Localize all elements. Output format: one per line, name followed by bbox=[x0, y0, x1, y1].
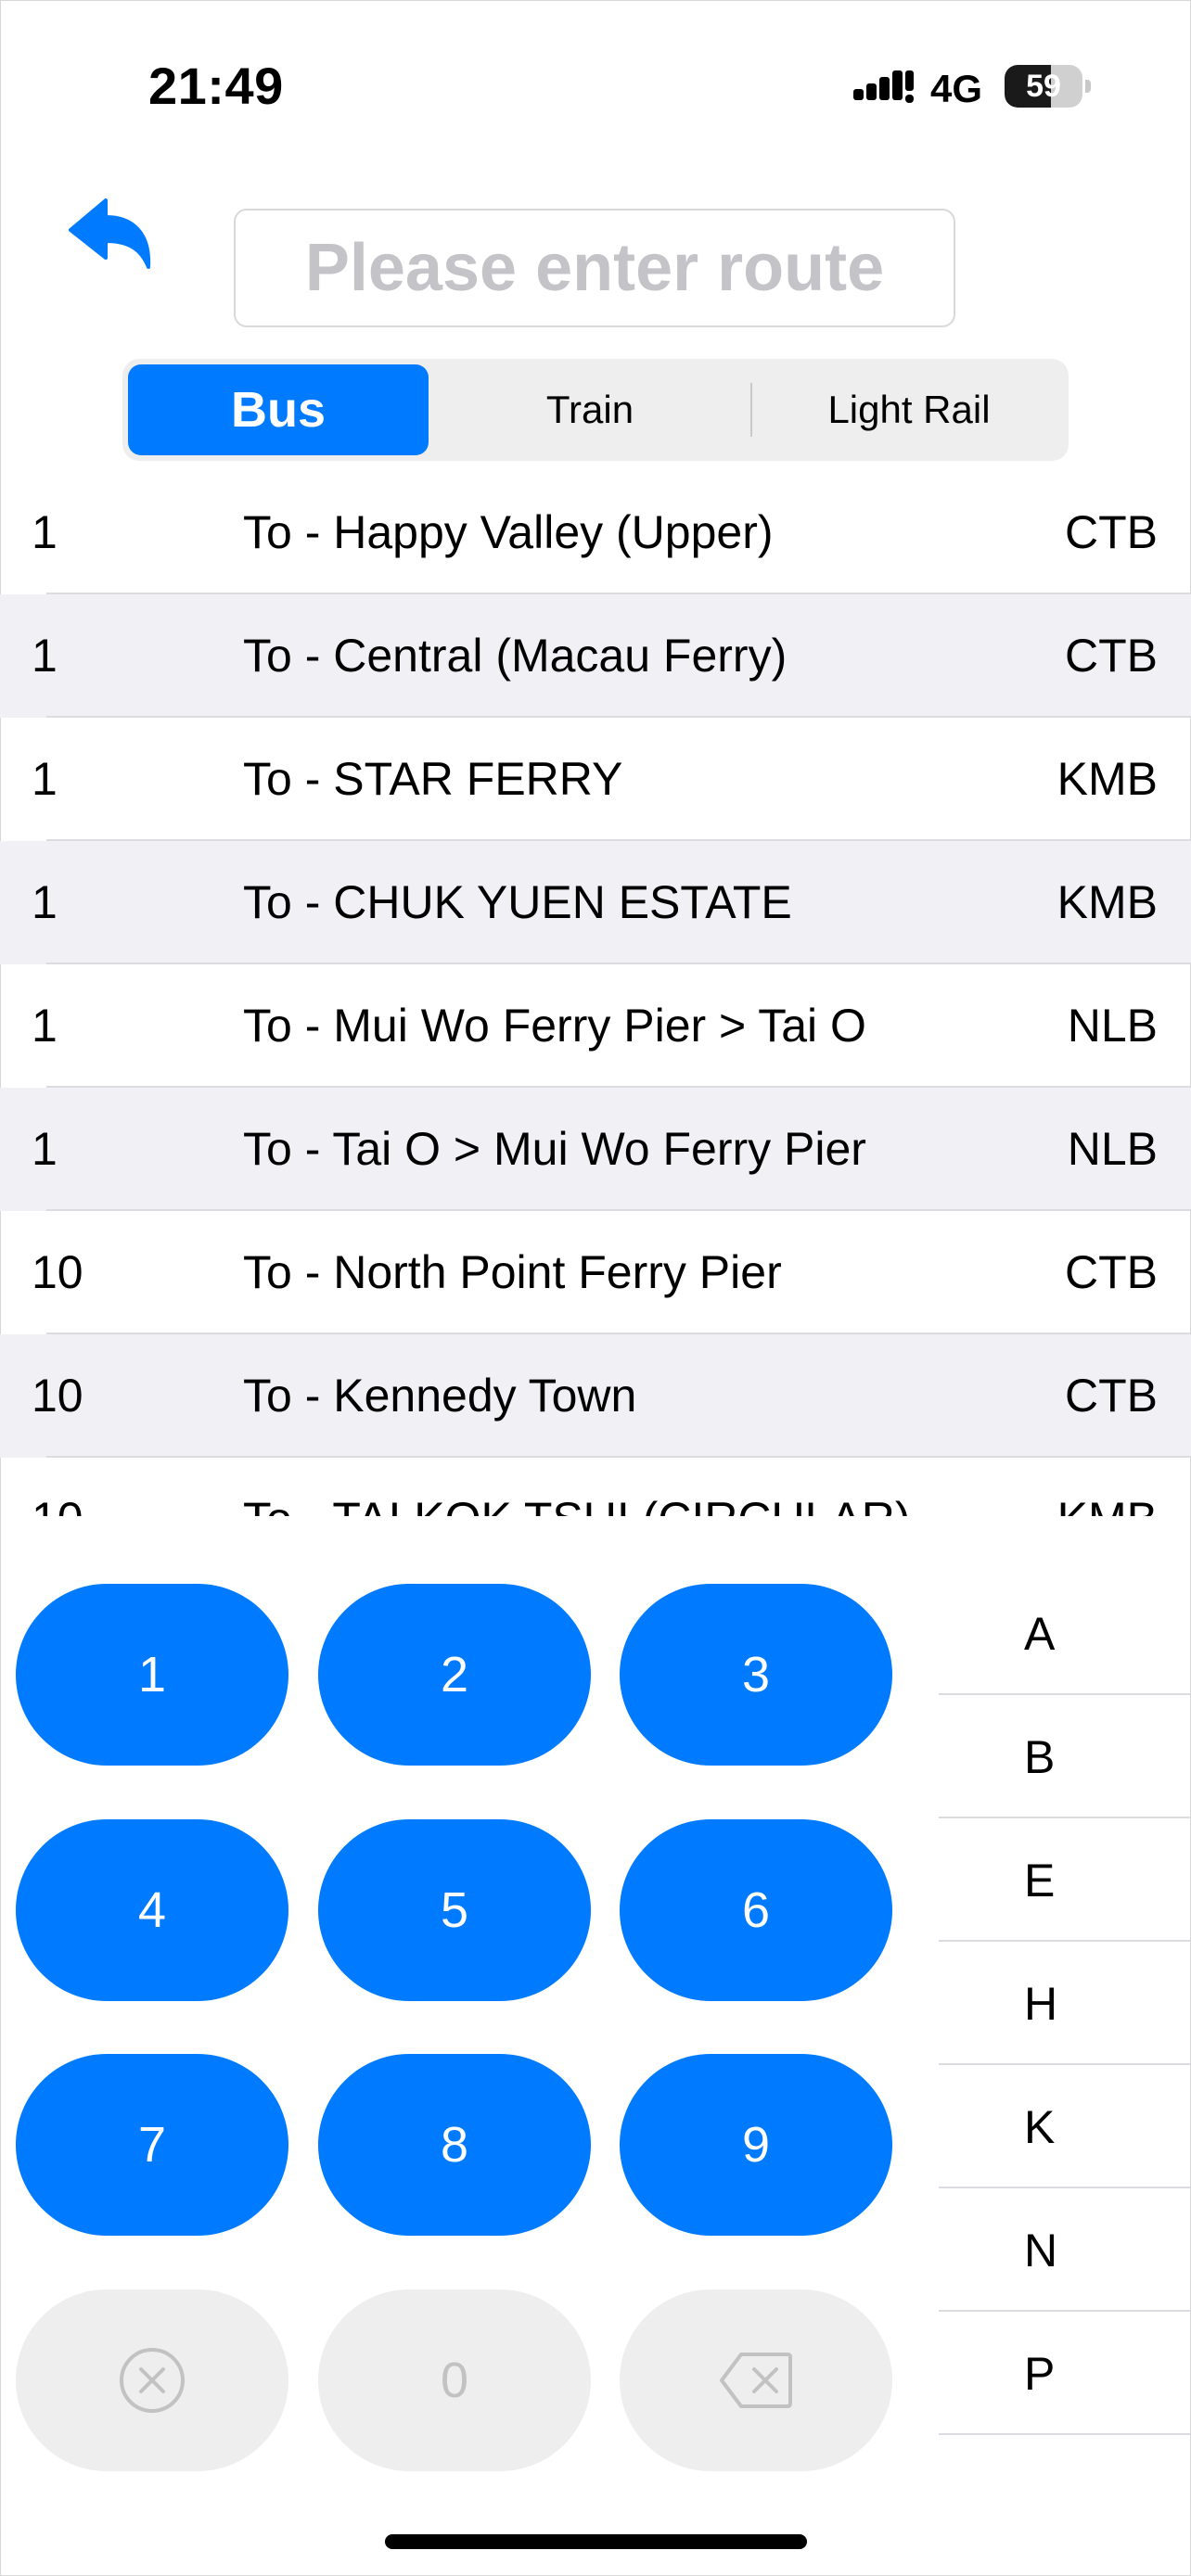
route-company: KMB bbox=[1057, 876, 1158, 928]
key-6[interactable]: 6 bbox=[620, 1819, 892, 2001]
route-search-input[interactable] bbox=[234, 209, 955, 327]
home-indicator bbox=[385, 2534, 807, 2549]
route-destination: To - CHUK YUEN ESTATE bbox=[243, 876, 792, 928]
key-3[interactable]: 3 bbox=[620, 1584, 892, 1766]
route-company: NLB bbox=[1067, 1000, 1158, 1052]
letter-label: P bbox=[1024, 2348, 1056, 2400]
route-number: 1 bbox=[32, 876, 58, 928]
route-row[interactable]: 1 To - CHUK YUEN ESTATE KMB bbox=[0, 841, 1191, 964]
route-row[interactable]: 10 To - Kennedy Town CTB bbox=[0, 1334, 1191, 1458]
letter-item-a[interactable]: A bbox=[939, 1573, 1191, 1695]
key-5[interactable]: 5 bbox=[318, 1819, 591, 2001]
route-company: CTB bbox=[1065, 1246, 1158, 1298]
letter-label: E bbox=[1024, 1855, 1056, 1906]
battery-cap bbox=[1085, 80, 1091, 93]
route-destination: To - TAI KOK TSUI (CIRCULAR) bbox=[243, 1458, 911, 1516]
transport-segmented-control: Bus Train Light Rail bbox=[122, 359, 1069, 461]
route-company: CTB bbox=[1065, 506, 1158, 558]
route-destination: To - STAR FERRY bbox=[243, 753, 623, 805]
letter-label: K bbox=[1024, 2101, 1056, 2153]
letter-item-e[interactable]: E bbox=[939, 1819, 1191, 1942]
route-number: 10 bbox=[32, 1246, 83, 1298]
status-time: 21:49 bbox=[148, 57, 284, 115]
reply-arrow-icon bbox=[69, 198, 151, 269]
tab-light-rail[interactable]: Light Rail bbox=[753, 364, 1065, 455]
backspace-icon bbox=[720, 2353, 792, 2408]
route-company: CTB bbox=[1065, 1370, 1158, 1422]
tab-train[interactable]: Train bbox=[432, 364, 748, 455]
route-row[interactable]: 1 To - STAR FERRY KMB bbox=[0, 718, 1191, 841]
letter-item-h[interactable]: H bbox=[939, 1943, 1191, 2065]
letter-item-p[interactable]: P bbox=[939, 2313, 1191, 2435]
route-row[interactable]: 1 To - Tai O > Mui Wo Ferry Pier NLB bbox=[0, 1088, 1191, 1211]
letter-separator bbox=[939, 1817, 1191, 1818]
route-number: 1 bbox=[32, 630, 58, 682]
key-4[interactable]: 4 bbox=[16, 1819, 288, 2001]
letter-separator bbox=[939, 2187, 1191, 2188]
letter-item-b[interactable]: B bbox=[939, 1696, 1191, 1818]
route-row[interactable]: 10 To - TAI KOK TSUI (CIRCULAR) KMB bbox=[0, 1458, 1191, 1516]
battery-icon: 59 bbox=[1005, 65, 1082, 108]
letter-separator bbox=[939, 2063, 1191, 2065]
route-company: KMB bbox=[1057, 753, 1158, 805]
letter-label: N bbox=[1024, 2225, 1058, 2276]
route-row[interactable]: 1 To - Happy Valley (Upper) CTB bbox=[0, 471, 1191, 594]
route-destination: To - Central (Macau Ferry) bbox=[243, 630, 788, 682]
route-destination: To - Kennedy Town bbox=[243, 1370, 637, 1422]
battery-level: 59 bbox=[1026, 69, 1061, 104]
route-number: 1 bbox=[32, 1000, 58, 1052]
key-8[interactable]: 8 bbox=[318, 2054, 591, 2236]
route-destination: To - North Point Ferry Pier bbox=[243, 1246, 782, 1298]
key-2[interactable]: 2 bbox=[318, 1584, 591, 1766]
route-number: 10 bbox=[32, 1370, 83, 1422]
key-9[interactable]: 9 bbox=[620, 2054, 892, 2236]
backspace-button[interactable] bbox=[620, 2289, 892, 2471]
route-row[interactable]: 10 To - North Point Ferry Pier CTB bbox=[0, 1211, 1191, 1334]
letter-separator bbox=[939, 2310, 1191, 2312]
key-0[interactable]: 0 bbox=[318, 2289, 591, 2471]
segment-divider bbox=[750, 383, 752, 437]
letter-item-n[interactable]: N bbox=[939, 2189, 1191, 2312]
key-1[interactable]: 1 bbox=[16, 1584, 288, 1766]
route-list[interactable]: 1 To - Happy Valley (Upper) CTB 1 To - C… bbox=[0, 471, 1191, 1516]
route-destination: To - Mui Wo Ferry Pier > Tai O bbox=[243, 1000, 866, 1052]
letter-label: H bbox=[1024, 1978, 1058, 2030]
letter-label: A bbox=[1024, 1608, 1056, 1660]
letter-item-k[interactable]: K bbox=[939, 2066, 1191, 2188]
clear-button[interactable] bbox=[16, 2289, 288, 2471]
letter-label: B bbox=[1024, 1731, 1056, 1783]
route-company: NLB bbox=[1067, 1123, 1158, 1175]
route-number: 10 bbox=[32, 1458, 83, 1516]
route-row[interactable]: 1 To - Central (Macau Ferry) CTB bbox=[0, 594, 1191, 718]
cellular-signal-icon bbox=[853, 70, 914, 103]
letter-separator bbox=[939, 1940, 1191, 1942]
network-type-label: 4G bbox=[930, 67, 983, 110]
letter-separator bbox=[939, 1693, 1191, 1695]
letter-separator bbox=[939, 2433, 1191, 2435]
status-bar: 21:49 4G 59 bbox=[0, 0, 1191, 176]
route-company: CTB bbox=[1065, 630, 1158, 682]
route-destination: To - Happy Valley (Upper) bbox=[243, 506, 774, 558]
route-number: 1 bbox=[32, 506, 58, 558]
circle-x-icon bbox=[120, 2348, 185, 2413]
route-company: KMB bbox=[1057, 1458, 1158, 1516]
back-button[interactable] bbox=[65, 195, 158, 278]
tab-bus[interactable]: Bus bbox=[128, 364, 429, 455]
key-7[interactable]: 7 bbox=[16, 2054, 288, 2236]
route-number: 1 bbox=[32, 1123, 58, 1175]
route-destination: To - Tai O > Mui Wo Ferry Pier bbox=[243, 1123, 866, 1175]
route-row[interactable]: 1 To - Mui Wo Ferry Pier > Tai O NLB bbox=[0, 964, 1191, 1088]
route-number: 1 bbox=[32, 753, 58, 805]
